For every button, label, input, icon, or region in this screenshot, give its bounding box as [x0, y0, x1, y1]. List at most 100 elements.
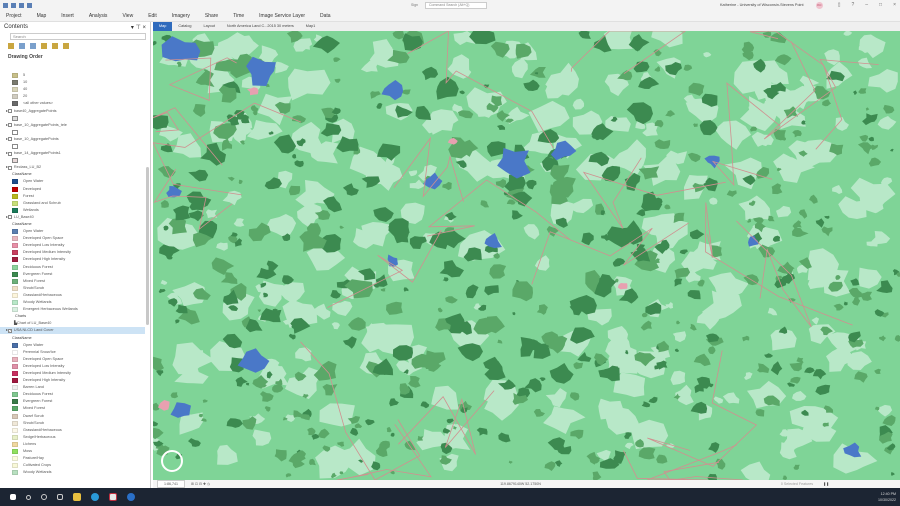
forest-patch	[687, 152, 701, 163]
layer-checkbox[interactable]	[7, 165, 12, 170]
map-tab[interactable]: Map	[153, 22, 173, 31]
drawing-order-icon[interactable]	[8, 43, 14, 49]
layer-checkbox[interactable]	[7, 109, 12, 114]
map-tab[interactable]: Catalog	[172, 22, 197, 31]
snip-tool-icon[interactable]	[109, 493, 117, 501]
ribbon-tab-share[interactable]: Share	[205, 13, 218, 19]
map-view[interactable]	[153, 31, 900, 480]
forest-patch	[446, 418, 454, 424]
legend-item: Cultivated Crops	[0, 462, 145, 469]
ribbon-tab-insert[interactable]: Insert	[61, 13, 74, 19]
chart-item[interactable]: ▙ Chart of LU_Base40	[0, 320, 145, 327]
selected-features[interactable]: 0 Selected Features	[781, 481, 813, 487]
layer-item[interactable]: ▸base_10_AggregatePoints_tele	[0, 122, 145, 129]
file-explorer-icon[interactable]	[73, 493, 81, 501]
start-icon[interactable]	[10, 494, 16, 500]
forest-patch	[153, 40, 157, 46]
legend-swatch	[12, 342, 18, 348]
pane-controls[interactable]: ▾ ⊤ ×	[131, 24, 146, 31]
layer-symbol	[0, 143, 145, 150]
legend-swatch	[12, 413, 18, 419]
ribbon-tab-analysis[interactable]: Analysis	[89, 13, 108, 19]
ribbon-tab-time[interactable]: Time	[233, 13, 244, 19]
layer-symbol	[0, 115, 145, 122]
help-icon[interactable]: ?	[851, 1, 854, 9]
undo-icon[interactable]	[27, 2, 32, 8]
ribbon-tab-map[interactable]: Map	[37, 13, 47, 19]
editing-icon[interactable]	[41, 43, 47, 49]
close-icon[interactable]: ×	[893, 1, 896, 9]
layer-item[interactable]: ▸base_10_AggregatePoints	[0, 136, 145, 143]
class-header: ClassName	[0, 221, 145, 228]
layer-item[interactable]: ▸base40_AggregatePoints	[0, 107, 145, 114]
forest-patch	[859, 134, 868, 142]
ribbon-tab-edit[interactable]: Edit	[148, 13, 157, 19]
forest-patch	[403, 287, 409, 292]
forest-patch	[833, 303, 844, 311]
map-tab[interactable]: North America Land C...2015 30 meters	[221, 22, 300, 31]
layer-item[interactable]: ▸Reclass_LU_B2	[0, 164, 145, 171]
map-tool-icons[interactable]: ⊞ ⊡ ⊟ ✚ ◷	[191, 481, 210, 487]
layer-checkbox[interactable]	[7, 137, 12, 142]
command-search-input[interactable]: Command Search (Alt+Q)	[425, 2, 487, 9]
layer-name[interactable]: USA NLCD Land Cover	[14, 328, 54, 333]
maximize-icon[interactable]: □	[879, 1, 882, 9]
minimize-icon[interactable]: –	[865, 1, 868, 9]
save-icon[interactable]	[19, 2, 24, 8]
land-cover-raster[interactable]	[153, 31, 900, 480]
layer-name[interactable]: base_14_AggregatePoints1	[14, 151, 61, 156]
forest-patch	[656, 454, 668, 464]
forest-patch	[160, 200, 169, 208]
layer-name[interactable]: LU_Base40	[14, 215, 34, 220]
ribbon-tab-view[interactable]: View	[122, 13, 133, 19]
ribbon-tab-image-service-layer[interactable]: Image Service Layer	[259, 13, 305, 19]
wetland-patch	[672, 331, 687, 343]
user-name[interactable]: Katherine - University of Wisconsin-Stev…	[720, 3, 804, 7]
pause-icon[interactable]: ❚❚	[823, 481, 829, 487]
arcgis-pro-icon[interactable]	[127, 493, 135, 501]
forest-patch	[843, 301, 848, 306]
notification-icon[interactable]: ▯	[838, 1, 841, 9]
cortana-icon[interactable]	[41, 494, 47, 500]
layer-item[interactable]: ▸✓USA NLCD Land Cover	[0, 327, 145, 335]
task-view-icon[interactable]	[57, 494, 63, 500]
ribbon-tab-data[interactable]: Data	[320, 13, 331, 19]
layer-item[interactable]: ▸base_14_AggregatePoints1	[0, 150, 145, 157]
sign-in-label[interactable]: Sign	[411, 3, 418, 7]
legend-label: Developed Open Space	[23, 356, 64, 361]
layer-item[interactable]: ▸LU_Base40	[0, 214, 145, 221]
layer-checkbox[interactable]	[7, 123, 12, 128]
scale-selector[interactable]: 1:86,741	[157, 480, 185, 488]
legend-swatch	[12, 349, 18, 355]
forest-patch	[654, 139, 671, 149]
legend-label: Mixed Forest	[23, 278, 45, 283]
contents-scrollbar[interactable]	[146, 167, 149, 325]
open-icon[interactable]	[11, 2, 16, 8]
layer-name[interactable]: base_10_AggregatePoints_tele	[14, 123, 67, 128]
legend-swatch	[12, 264, 18, 270]
new-icon[interactable]	[3, 2, 8, 8]
contents-search-input[interactable]: Search	[10, 33, 146, 40]
wetland-patch	[331, 322, 340, 330]
search-icon[interactable]	[26, 494, 31, 500]
labeling-icon[interactable]	[63, 43, 69, 49]
map-tab[interactable]: Map1	[300, 22, 322, 31]
ribbon-tab-project[interactable]: Project	[6, 13, 22, 19]
forest-patch	[386, 301, 403, 315]
selection-icon[interactable]	[30, 43, 36, 49]
snapping-icon[interactable]	[52, 43, 58, 49]
ribbon-tab-imagery[interactable]: Imagery	[172, 13, 190, 19]
layer-checkbox[interactable]	[7, 215, 12, 220]
layer-checkbox[interactable]	[7, 151, 12, 156]
layer-name[interactable]: Reclass_LU_B2	[14, 165, 41, 170]
navigator-control[interactable]	[161, 450, 183, 472]
map-tab[interactable]: Layout	[197, 22, 220, 31]
road	[663, 461, 744, 480]
layer-name[interactable]: base_10_AggregatePoints	[14, 137, 59, 142]
chart-item-label[interactable]: Chart of LU_Base40	[17, 321, 51, 326]
layer-checkbox[interactable]: ✓	[7, 328, 12, 333]
avatar[interactable]: KC	[816, 2, 823, 9]
source-icon[interactable]	[19, 43, 25, 49]
edge-icon[interactable]	[91, 493, 99, 501]
layer-name[interactable]: base40_AggregatePoints	[14, 109, 57, 114]
